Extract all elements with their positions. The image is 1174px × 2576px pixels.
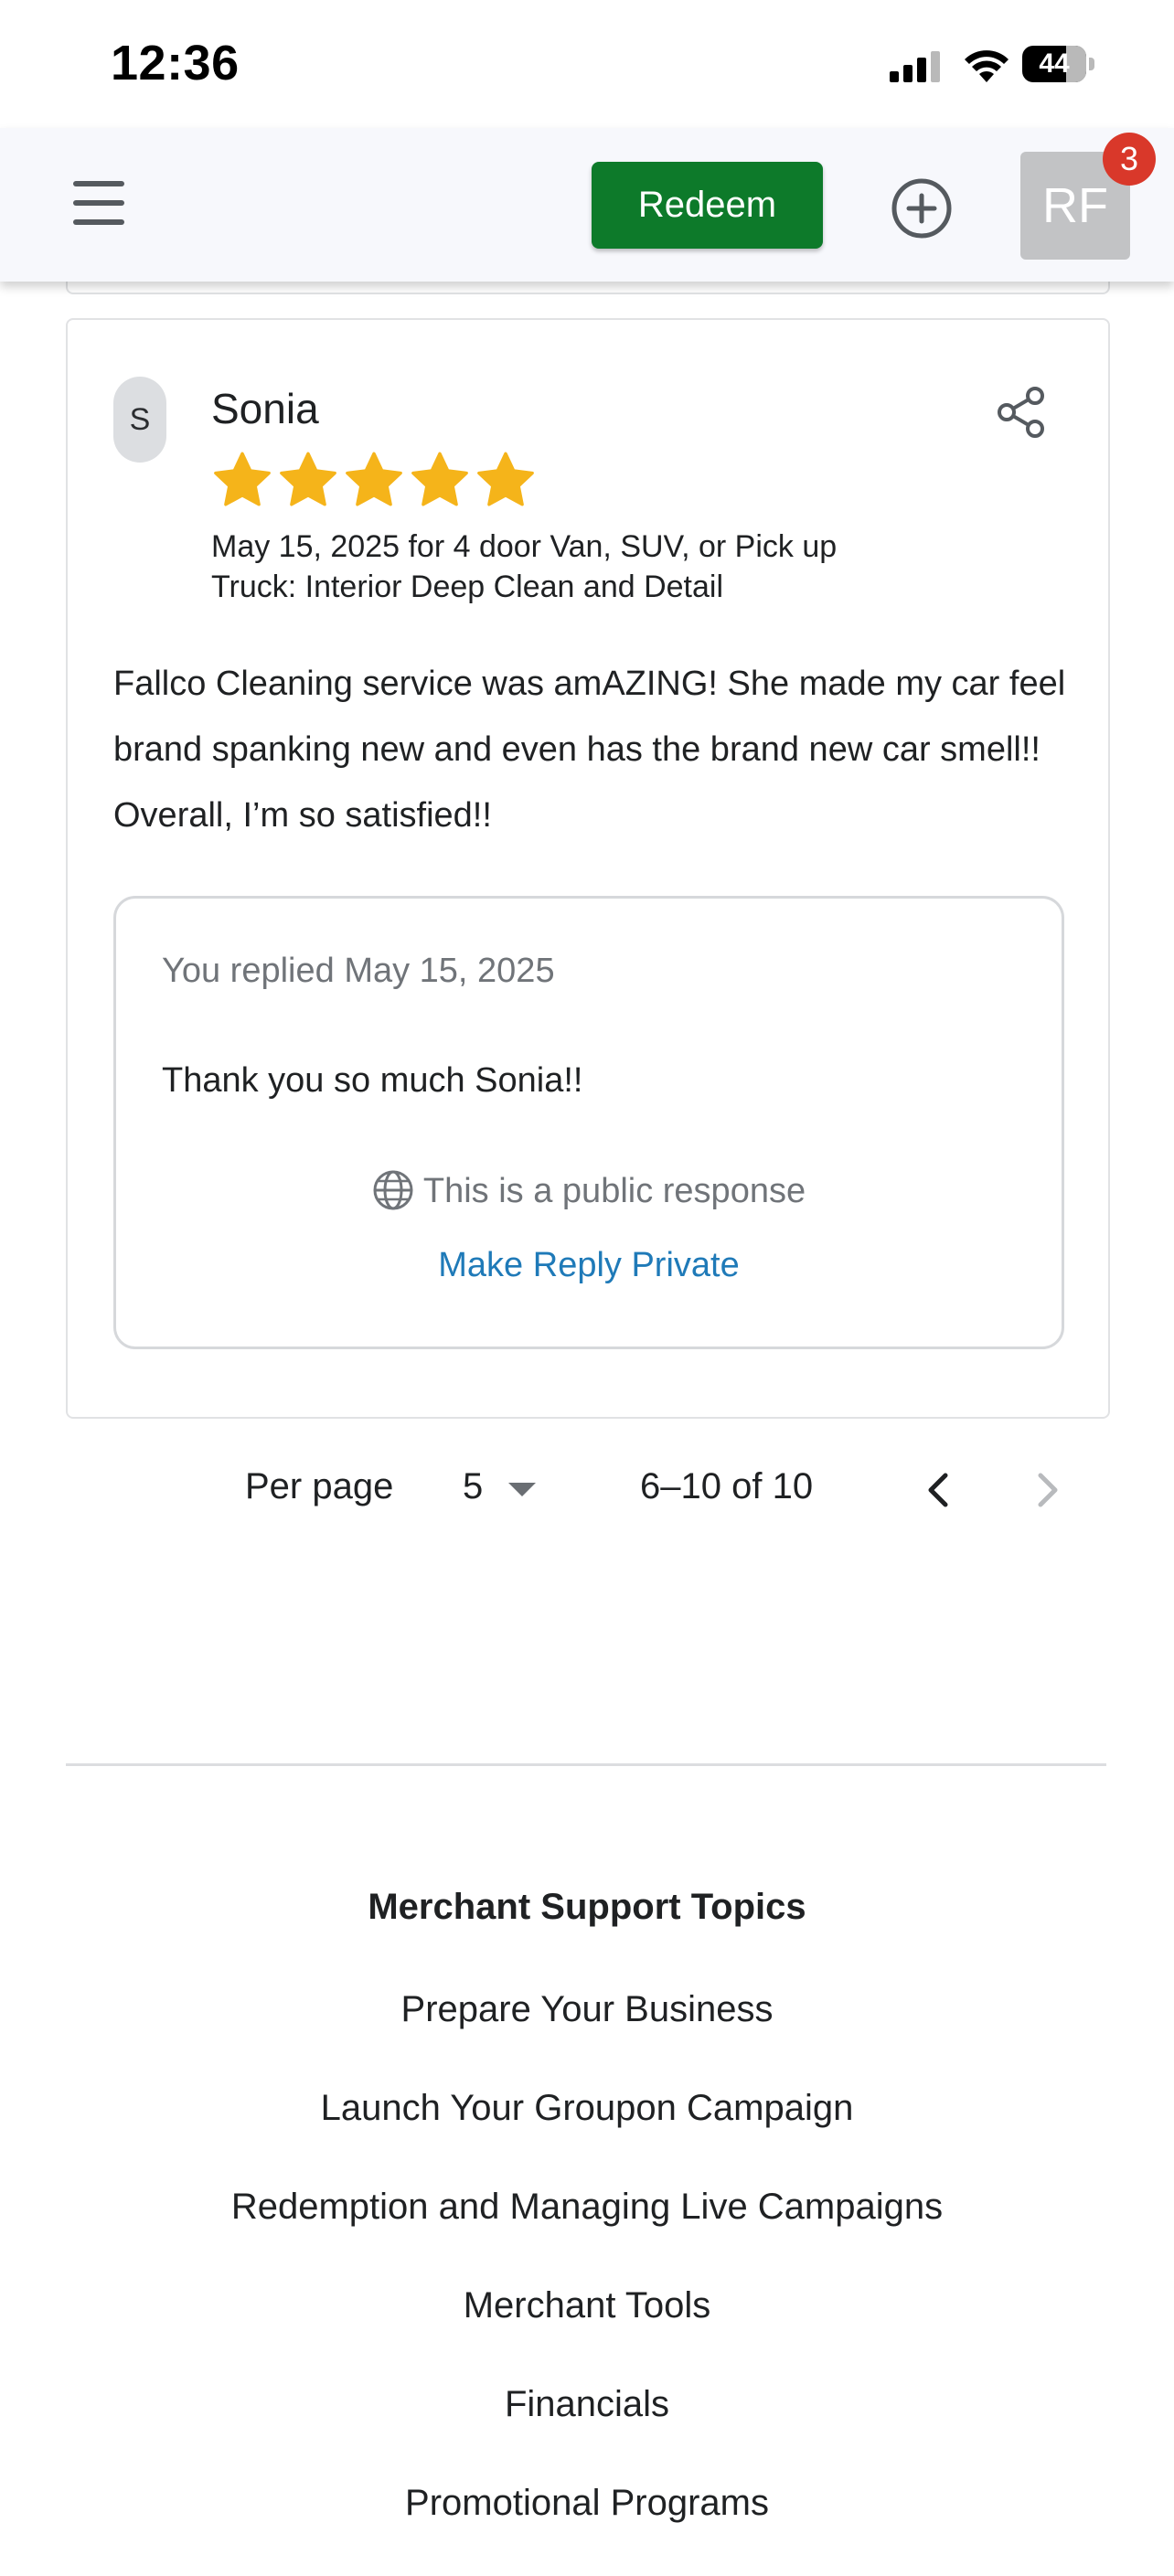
star-icon bbox=[346, 452, 402, 506]
battery-level: 44 bbox=[1039, 48, 1070, 79]
visibility-label: This is a public response bbox=[422, 1172, 806, 1210]
chevron-right-icon[interactable] bbox=[1028, 1463, 1068, 1517]
add-circle-icon[interactable] bbox=[891, 177, 953, 240]
support-link[interactable]: Prepare Your Business bbox=[0, 1984, 1174, 2082]
reply-date: You replied May 15, 2025 bbox=[162, 952, 555, 990]
status-time: 12:36 bbox=[111, 36, 240, 90]
star-icon bbox=[214, 452, 271, 506]
support-link[interactable]: Redemption and Managing Live Campaigns bbox=[0, 2181, 1174, 2280]
review-card: S Sonia May 15, 2025 for 4 door Van, SUV… bbox=[66, 318, 1110, 1419]
wifi-icon bbox=[965, 50, 1009, 82]
share-icon[interactable] bbox=[995, 386, 1048, 439]
per-page-select[interactable]: 5 bbox=[463, 1463, 545, 1514]
pagination: Per page 5 6–10 of 10 bbox=[0, 1444, 1174, 1536]
chevron-left-icon[interactable] bbox=[918, 1463, 958, 1517]
footer-divider bbox=[66, 1763, 1106, 1766]
cellular-signal-icon bbox=[890, 51, 940, 82]
redeem-button[interactable]: Redeem bbox=[592, 162, 823, 249]
review-service-line: Truck: Interior Deep Clean and Detail bbox=[211, 569, 724, 604]
reply-text: Thank you so much Sonia!! bbox=[162, 1061, 583, 1100]
review-text: Fallco Cleaning service was amAZING! She… bbox=[113, 665, 1066, 835]
notification-badge: 3 bbox=[1103, 133, 1156, 186]
reviewer-name: Sonia bbox=[211, 385, 319, 432]
make-reply-private-link[interactable]: Make Reply Private bbox=[116, 1246, 1062, 1285]
star-icon bbox=[477, 452, 534, 506]
support-link[interactable]: Financials bbox=[0, 2379, 1174, 2477]
support-links: Prepare Your Business Launch Your Groupo… bbox=[0, 1984, 1174, 2576]
support-topics-title: Merchant Support Topics bbox=[368, 1887, 806, 1927]
review-date-line: May 15, 2025 for 4 door Van, SUV, or Pic… bbox=[211, 529, 838, 564]
merchant-reply: You replied May 15, 2025 Thank you so mu… bbox=[113, 896, 1064, 1349]
per-page-value: 5 bbox=[463, 1466, 484, 1506]
support-link[interactable]: Launch Your Groupon Campaign bbox=[0, 2082, 1174, 2181]
battery-icon: 44 bbox=[1022, 46, 1095, 84]
app-header: Redeem RF 3 bbox=[0, 128, 1174, 282]
per-page-label: Per page bbox=[245, 1466, 394, 1506]
review-meta: May 15, 2025 for 4 door Van, SUV, or Pic… bbox=[211, 527, 943, 607]
star-icon bbox=[411, 452, 468, 506]
caret-down-icon bbox=[508, 1483, 536, 1496]
status-bar: 12:36 44 bbox=[0, 0, 1174, 128]
star-rating bbox=[211, 450, 540, 514]
globe-icon bbox=[373, 1170, 413, 1210]
star-icon bbox=[280, 452, 336, 506]
menu-icon[interactable] bbox=[73, 181, 124, 225]
page-range: 6–10 of 10 bbox=[640, 1466, 814, 1506]
support-link[interactable]: Promotional Programs bbox=[0, 2477, 1174, 2576]
reviewer-avatar: S bbox=[113, 377, 166, 463]
support-link[interactable]: Merchant Tools bbox=[0, 2280, 1174, 2379]
reply-visibility: This is a public response bbox=[116, 1169, 1062, 1211]
